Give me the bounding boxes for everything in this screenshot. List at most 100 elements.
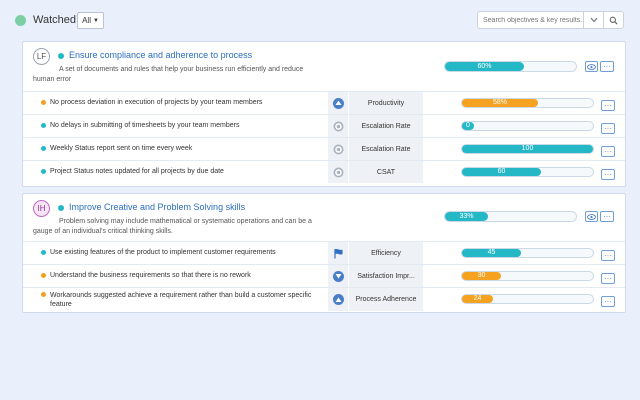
objective-progress-bar: 60%	[444, 61, 577, 72]
kr-more-options-button[interactable]: ···	[601, 296, 615, 307]
objective-status-dot	[58, 53, 64, 59]
filter-dropdown[interactable]: All ▼	[77, 12, 104, 29]
up-arrow-circle-icon	[332, 294, 344, 305]
kr-more-options-button[interactable]: ···	[601, 146, 615, 157]
avatar: LF	[33, 48, 50, 65]
down-arrow-circle-icon	[332, 270, 344, 282]
objective-progress-fill: 60%	[445, 62, 524, 71]
more-options-button[interactable]: ···	[600, 61, 614, 72]
kr-title[interactable]: Workarounds suggested achieve a requirem…	[50, 291, 320, 309]
flag-icon	[333, 248, 342, 258]
kr-progress-bar: 0	[461, 121, 594, 131]
kr-more-options-button[interactable]: ···	[601, 250, 615, 261]
kr-metric-icon-cell	[328, 265, 348, 287]
eye-icon	[587, 213, 596, 220]
watch-toggle-button[interactable]	[585, 211, 598, 222]
objective-title[interactable]: Improve Creative and Problem Solving ski…	[69, 202, 245, 212]
kr-status-dot	[41, 250, 46, 255]
key-result-row: Understand the business requirements so …	[23, 264, 625, 287]
kr-progress-bar: 60	[461, 167, 594, 177]
kr-more-options-button[interactable]: ···	[601, 123, 615, 134]
kr-progress-fill: 100	[462, 145, 593, 153]
kr-progress-fill: 58%	[462, 99, 538, 107]
chevron-down-icon	[590, 17, 597, 23]
kr-progress-fill: 0	[462, 122, 474, 130]
ellipsis-icon: ···	[604, 123, 612, 133]
search-button[interactable]	[604, 11, 624, 29]
kr-metric: Productivity	[349, 92, 423, 114]
kr-title[interactable]: Understand the business requirements so …	[50, 271, 320, 280]
ellipsis-icon: ···	[603, 61, 611, 71]
more-options-button[interactable]: ···	[600, 211, 614, 222]
kr-metric-icon-cell	[328, 288, 348, 311]
ellipsis-icon: ···	[603, 211, 611, 221]
kr-title[interactable]: No delays in submitting of timesheets by…	[50, 121, 320, 130]
key-result-row: Project Status notes updated for all pro…	[23, 160, 625, 183]
caret-down-icon: ▼	[92, 17, 99, 24]
kr-metric: CSAT	[349, 161, 423, 183]
kr-title[interactable]: Project Status notes updated for all pro…	[50, 167, 320, 176]
kr-title[interactable]: Use existing features of the product to …	[50, 248, 320, 257]
ellipsis-icon: ···	[604, 100, 612, 110]
key-result-row: No delays in submitting of timesheets by…	[23, 114, 625, 137]
kr-metric-icon-cell	[328, 242, 348, 264]
objective-progress-fill: 33%	[445, 212, 488, 221]
ellipsis-icon: ···	[604, 146, 612, 156]
search-icon	[609, 16, 618, 25]
kr-progress-bar: 100	[461, 144, 594, 154]
watch-toggle-button[interactable]	[585, 61, 598, 72]
ellipsis-icon: ···	[604, 296, 612, 306]
kr-status-dot	[41, 292, 46, 297]
kr-more-options-button[interactable]: ···	[601, 169, 615, 180]
kr-progress-fill: 30	[462, 272, 501, 280]
ellipsis-icon: ···	[604, 250, 612, 260]
kr-status-dot	[41, 123, 46, 128]
kr-more-options-button[interactable]: ···	[601, 273, 615, 284]
watched-status-dot	[15, 15, 26, 26]
objective-header: LF Ensure compliance and adherence to pr…	[23, 42, 625, 91]
key-result-row: Workarounds suggested achieve a requirem…	[23, 287, 625, 311]
kr-metric: Process Adherence	[349, 288, 423, 311]
target-icon	[333, 167, 343, 177]
ellipsis-icon: ···	[604, 273, 612, 283]
kr-status-dot	[41, 169, 46, 174]
key-result-row: Weekly Status report sent on time every …	[23, 137, 625, 160]
kr-progress-bar: 24	[461, 294, 594, 304]
key-result-row: No process deviation in execution of pro…	[23, 91, 625, 114]
kr-metric: Satisfaction Impr...	[349, 265, 423, 287]
watched-header: Watched All ▼	[0, 0, 640, 40]
kr-metric: Efficiency	[349, 242, 423, 264]
objective-card: IH Improve Creative and Problem Solving …	[22, 193, 626, 313]
target-icon	[333, 121, 343, 131]
kr-progress-bar: 58%	[461, 98, 594, 108]
avatar: IH	[33, 200, 50, 217]
objective-progress-bar: 33%	[444, 211, 577, 222]
objective-description: A set of documents and rules that help y…	[33, 66, 304, 83]
filter-label: All	[82, 16, 91, 25]
kr-title[interactable]: Weekly Status report sent on time every …	[50, 144, 320, 153]
objective-title[interactable]: Ensure compliance and adherence to proce…	[69, 50, 252, 60]
key-result-row: Use existing features of the product to …	[23, 241, 625, 264]
kr-status-dot	[41, 100, 46, 105]
objective-header: IH Improve Creative and Problem Solving …	[23, 194, 625, 241]
objective-description: Problem solving may include mathematical…	[33, 218, 312, 235]
kr-metric-icon-cell	[328, 92, 348, 114]
kr-progress-bar: 30	[461, 271, 594, 281]
kr-progress-fill: 60	[462, 168, 541, 176]
kr-progress-fill: 24	[462, 295, 493, 303]
kr-status-dot	[41, 273, 46, 278]
target-icon	[333, 144, 343, 154]
search-input[interactable]	[477, 11, 584, 29]
page-title: Watched	[33, 14, 77, 26]
kr-metric: Escalation Rate	[349, 115, 423, 137]
kr-metric-icon-cell	[328, 115, 348, 137]
kr-more-options-button[interactable]: ···	[601, 100, 615, 111]
kr-progress-fill: 45	[462, 249, 521, 257]
up-arrow-circle-icon	[332, 97, 344, 109]
kr-progress-bar: 45	[461, 248, 594, 258]
eye-icon	[587, 63, 596, 70]
ellipsis-icon: ···	[604, 169, 612, 179]
search-options-dropdown[interactable]	[584, 11, 604, 29]
kr-title[interactable]: No process deviation in execution of pro…	[50, 98, 320, 107]
kr-metric-icon-cell	[328, 161, 348, 183]
